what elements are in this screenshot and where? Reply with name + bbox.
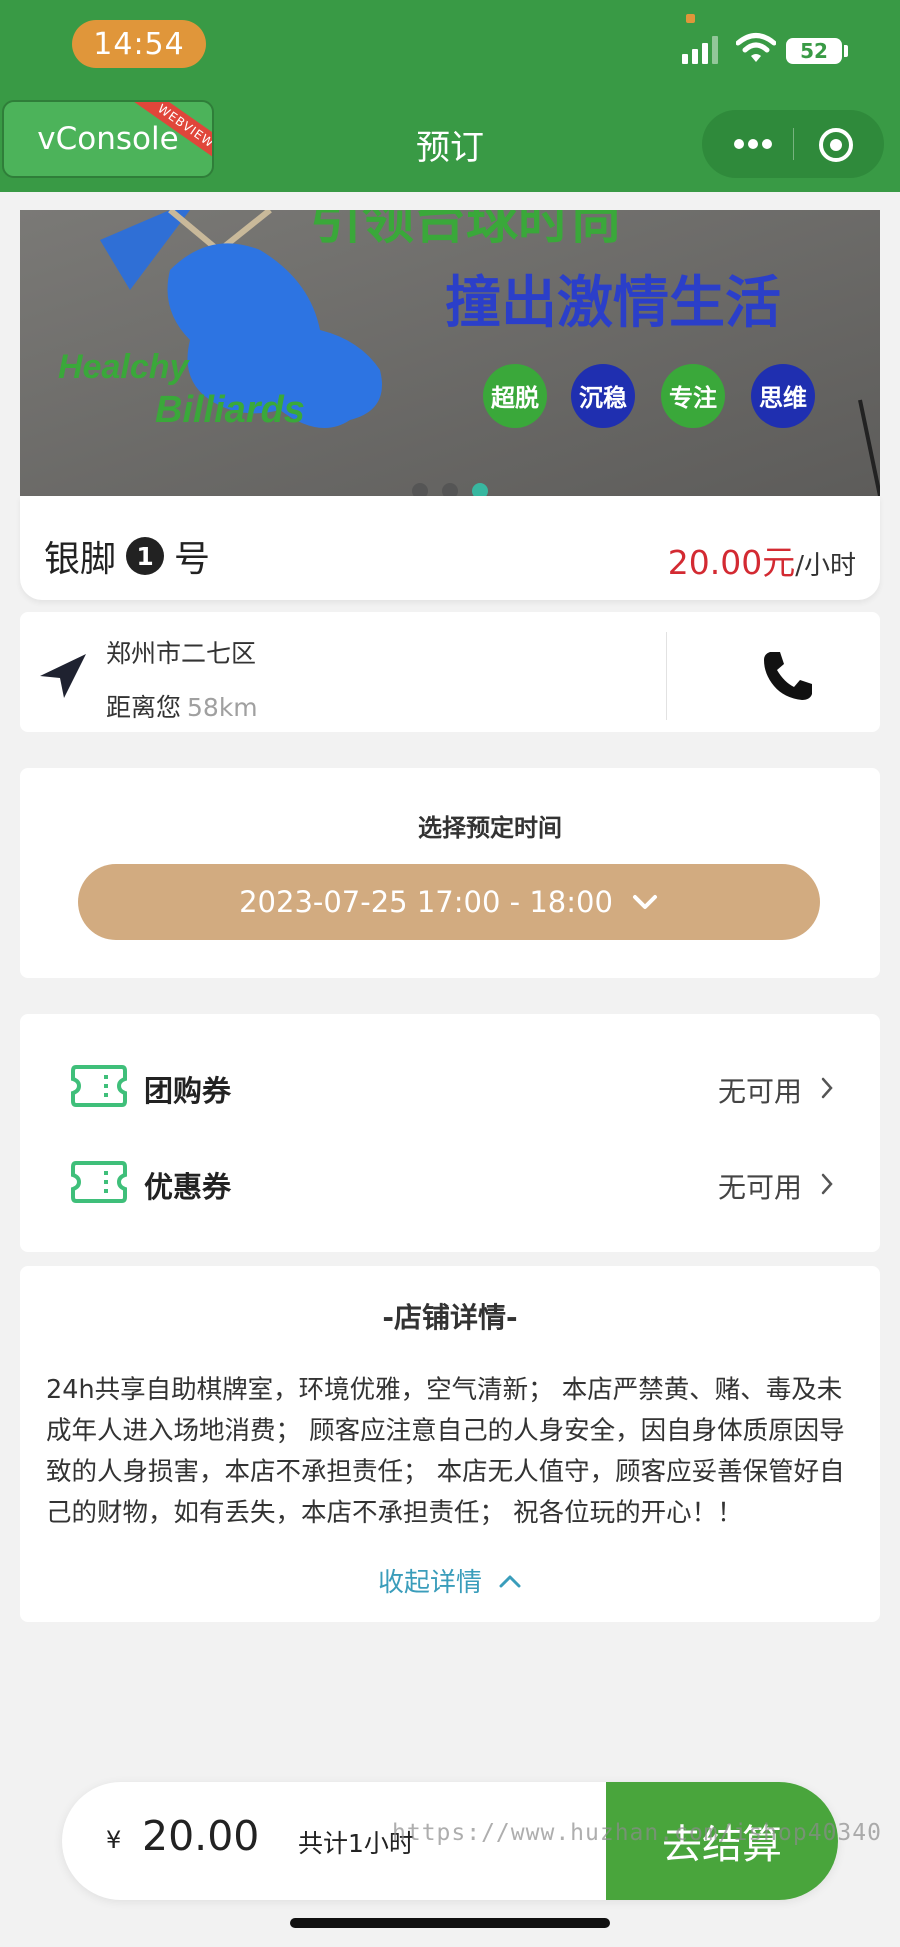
svg-text:思维: 思维 [759, 384, 807, 412]
banner-badge: 超脱 [483, 364, 547, 428]
coupon-label: 团购券 [144, 1074, 232, 1108]
svg-text:超脱: 超脱 [491, 384, 539, 412]
phone-icon[interactable] [760, 648, 816, 704]
price: 20.00元/小时 [668, 536, 856, 584]
discount-coupon-row[interactable]: 优惠券 无可用 [20, 1148, 880, 1218]
price-unit: /小时 [795, 551, 856, 581]
booking-time-label: 选择预定时间 [418, 814, 562, 842]
location-city: 郑州市二七区 [106, 639, 257, 668]
battery-tip [844, 45, 848, 57]
capsule-divider [793, 128, 794, 160]
chevron-up-icon [499, 1575, 521, 1587]
target-icon[interactable] [818, 127, 854, 163]
product-card: 银脚 1 号 20.00元/小时 [20, 496, 880, 600]
coupon-label: 优惠券 [144, 1170, 232, 1204]
coupon-value: 无可用 [717, 1075, 802, 1108]
banner-slogan-main: 撞出激情生活 [445, 271, 781, 336]
product-name: 银脚 1 号 [44, 530, 210, 582]
signal-icon [682, 36, 718, 64]
chevron-right-icon [821, 1077, 833, 1099]
chevron-right-icon [821, 1173, 833, 1195]
svg-text:专注: 专注 [669, 384, 717, 412]
ticket-icon [71, 1161, 127, 1203]
banner-brand-line2: Billiards [155, 389, 305, 431]
navigation-arrow-icon[interactable] [38, 652, 88, 700]
location-card[interactable]: 郑州市二七区 距离您 58km [20, 612, 880, 732]
store-detail-card: -店铺详情- 24h共享自助棋牌室，环境优雅，空气清新； 本店严禁黄、赌、毒及未… [20, 1266, 880, 1622]
ticket-icon [71, 1065, 127, 1107]
product-name-suffix: 号 [174, 539, 211, 580]
distance-label: 距离您 [106, 693, 182, 722]
miniprogram-capsule [702, 110, 884, 178]
wifi-icon [736, 33, 776, 62]
product-number-badge: 1 [126, 537, 165, 575]
banner-graphic: Healchy Billiards 引领台球时尚 撞出激情生活 超脱 沉稳 专注… [20, 210, 880, 496]
coupon-card: 团购券 无可用 优惠券 无可用 [20, 1014, 880, 1252]
distance-value: 58km [187, 693, 258, 722]
collapse-details-button[interactable]: 收起详情 [20, 1562, 880, 1599]
home-indicator[interactable] [290, 1918, 610, 1928]
price-amount: 20.00元 [667, 543, 796, 582]
banner-badge: 思维 [751, 364, 815, 428]
store-banner-image[interactable]: Healchy Billiards 引领台球时尚 撞出激情生活 超脱 沉稳 专注… [20, 210, 880, 496]
store-description: 24h共享自助棋牌室，环境优雅，空气清新； 本店严禁黄、赌、毒及未成年人进入场地… [46, 1370, 866, 1556]
group-coupon-row[interactable]: 团购券 无可用 [20, 1052, 880, 1122]
svg-text:沉稳: 沉稳 [579, 384, 627, 412]
banner-badge: 专注 [661, 364, 725, 428]
privacy-indicator [686, 14, 695, 23]
battery-indicator: 52 [786, 38, 842, 64]
booking-time-card: 选择预定时间 2023-07-25 17:00 - 18:00 [20, 768, 880, 978]
location-divider [666, 632, 667, 720]
booking-time-value: 2023-07-25 17:00 - 18:00 [239, 885, 613, 919]
banner-slogan-top: 引领台球时尚 [310, 210, 622, 251]
coupon-value: 无可用 [717, 1171, 802, 1204]
banner-badge: 沉稳 [571, 364, 635, 428]
location-distance: 距离您 58km [106, 688, 258, 724]
collapse-details-label: 收起详情 [377, 1568, 482, 1598]
currency-symbol: ¥ [106, 1826, 122, 1854]
total-amount: 20.00 [142, 1812, 260, 1860]
chevron-down-icon [632, 895, 657, 909]
more-dots-icon[interactable] [732, 134, 774, 154]
banner-brand-line1: Healchy [58, 348, 190, 386]
booking-time-picker[interactable]: 2023-07-25 17:00 - 18:00 [78, 864, 820, 940]
store-detail-title: -店铺详情- [382, 1301, 518, 1334]
watermark: https://www.huzhan.com/ishop40340 [392, 1820, 882, 1846]
product-name-prefix: 银脚 [44, 539, 117, 580]
status-time: 14:54 [72, 20, 206, 68]
top-bar: 14:54 52 vConsole WEBVIEW 预订 [0, 0, 900, 192]
